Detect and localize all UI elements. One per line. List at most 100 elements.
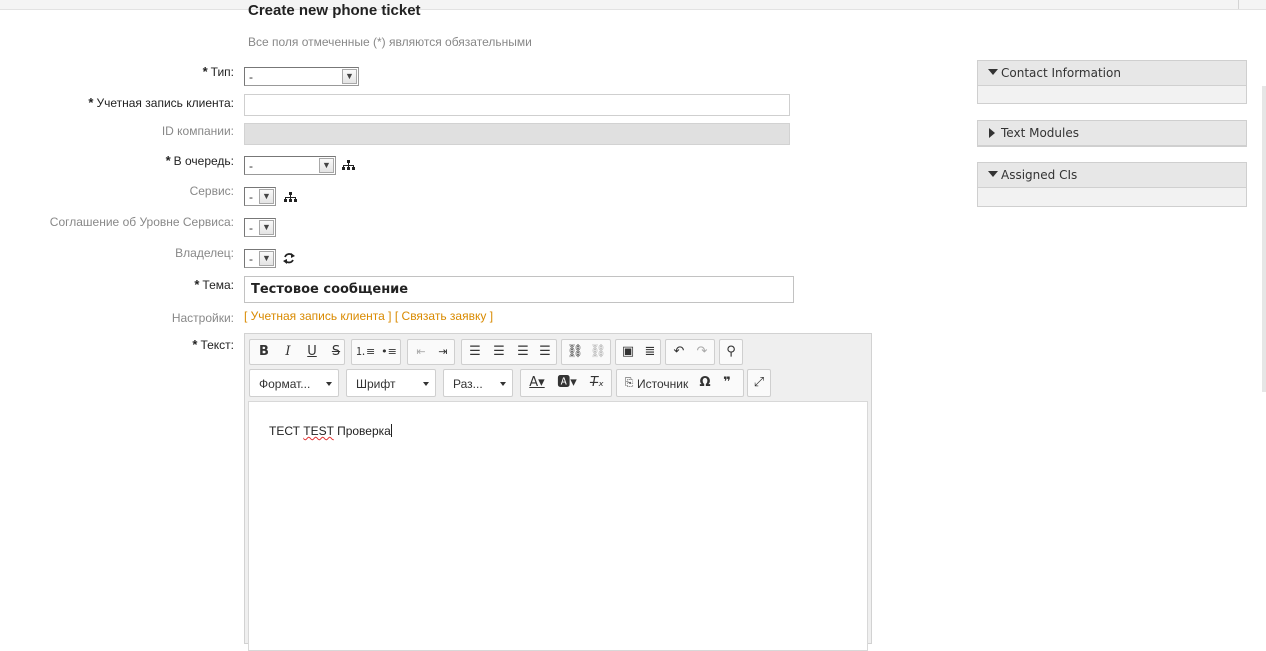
horizontal-rule-icon[interactable]: ≣ [640, 343, 660, 361]
bulleted-list-icon[interactable]: •≡ [379, 343, 399, 361]
toolbar-group-maximize: ⤢ [747, 369, 771, 397]
required-hint: Все поля отмеченные (*) являются обязате… [248, 35, 532, 49]
sla-select[interactable]: - ▼ [244, 218, 276, 237]
queue-select[interactable]: - ▼ [244, 156, 336, 175]
sla-select-value: - [249, 221, 253, 235]
scrollbar[interactable] [1262, 86, 1266, 392]
size-combo[interactable]: Раз... [443, 369, 513, 397]
sitemap-icon[interactable] [284, 192, 297, 206]
underline-icon[interactable]: U [302, 343, 322, 361]
remove-format-icon[interactable]: T̶ₓ [587, 374, 607, 392]
widget-contact-information: Contact Information [977, 60, 1247, 104]
undo-icon[interactable]: ↶ [669, 343, 689, 361]
content-word: ТЕСТ [269, 424, 300, 438]
maximize-icon[interactable]: ⤢ [749, 374, 769, 392]
content-word: Проверка [337, 424, 391, 438]
strikethrough-icon[interactable]: S [326, 343, 346, 361]
toolbar-group-indent: ⇤ ⇥ [407, 339, 455, 365]
type-label: * Тип: [203, 64, 234, 79]
rich-text-editor: B I U S ⒈≡ •≡ ⇤ ⇥ ☰ ☰ ☰ ☰ ⛓ ⛓ ▣ ≣ ↶ ↷ ⚲ … [244, 333, 872, 651]
options-label: Настройки: [171, 311, 234, 325]
chevron-down-icon: ▼ [342, 69, 357, 84]
editor-content-text: ТЕСТ TEST Проверка [269, 424, 392, 438]
page-title: Create new phone ticket [248, 2, 421, 19]
chevron-down-icon [326, 382, 332, 386]
queue-label: * В очередь: [166, 153, 234, 168]
outdent-icon[interactable]: ⇤ [411, 343, 431, 361]
blockquote-icon[interactable]: ❞ [717, 374, 737, 392]
widget-title: Text Modules [1001, 126, 1079, 140]
background-color-icon[interactable]: 🅰▾ [557, 374, 577, 392]
customer-user-label-text: Учетная запись клиента: [96, 96, 234, 110]
widget-header[interactable]: Assigned CIs [978, 163, 1246, 188]
options-links: [ Учетная запись клиента ] [ Связать зая… [244, 309, 493, 323]
customer-user-input[interactable] [244, 94, 790, 116]
toolbar-group-find: ⚲ [719, 339, 743, 365]
sitemap-icon[interactable] [342, 160, 355, 174]
chevron-down-icon: ▼ [319, 158, 334, 173]
top-bar-divider [1238, 0, 1239, 9]
required-star: * [202, 64, 208, 79]
widget-title: Assigned CIs [1001, 168, 1078, 182]
link-icon[interactable]: ⛓ [565, 343, 585, 361]
align-center-icon[interactable]: ☰ [489, 343, 509, 361]
owner-select-value: - [249, 252, 253, 266]
service-select[interactable]: - ▼ [244, 187, 276, 206]
link-ticket-link[interactable]: [ Связать заявку ] [395, 309, 493, 323]
collapse-toggle-icon [989, 128, 995, 138]
refresh-icon[interactable] [283, 252, 295, 268]
owner-select[interactable]: - ▼ [244, 249, 276, 268]
numbered-list-icon[interactable]: ⒈≡ [355, 343, 375, 361]
widget-header[interactable]: Text Modules [978, 121, 1246, 146]
toolbar-group-lists: ⒈≡ •≡ [351, 339, 401, 365]
company-id-input [244, 123, 790, 145]
subject-input[interactable]: Тестовое сообщение [244, 276, 794, 303]
widget-header[interactable]: Contact Information [978, 61, 1246, 86]
company-id-label: ID компании: [161, 124, 234, 138]
chevron-down-icon: ▼ [259, 251, 274, 266]
chevron-down-icon: ▼ [259, 189, 274, 204]
widget-title: Contact Information [1001, 66, 1121, 80]
service-label: Сервис: [189, 184, 234, 198]
subject-label: * Тема: [194, 277, 234, 292]
chevron-down-icon [423, 382, 429, 386]
toolbar-group-colors: A▾ 🅰▾ T̶ₓ [520, 369, 612, 397]
toolbar-group-basic: B I U S [249, 339, 345, 365]
required-star: * [194, 277, 200, 292]
justify-icon[interactable]: ☰ [535, 343, 555, 361]
toolbar-group-history: ↶ ↷ [665, 339, 715, 365]
text-cursor [390, 424, 392, 437]
chevron-down-icon: ▼ [259, 220, 274, 235]
expand-toggle-icon [988, 69, 998, 75]
redo-icon[interactable]: ↷ [692, 343, 712, 361]
editor-content-area[interactable]: ТЕСТ TEST Проверка [248, 401, 868, 651]
bold-icon[interactable]: B [254, 343, 274, 361]
source-icon[interactable]: ⎘ [619, 374, 639, 392]
format-combo[interactable]: Формат... [249, 369, 339, 397]
source-button[interactable]: Источник [637, 377, 688, 391]
text-color-icon[interactable]: A▾ [527, 374, 547, 392]
special-char-icon[interactable]: Ω [695, 374, 715, 392]
text-label: * Текст: [192, 337, 234, 352]
service-select-value: - [249, 190, 253, 204]
top-bar [0, 0, 1266, 10]
type-select-value: - [249, 70, 253, 84]
format-combo-label: Формат... [259, 377, 311, 391]
unlink-icon[interactable]: ⛓ [588, 343, 608, 361]
align-left-icon[interactable]: ☰ [465, 343, 485, 361]
toolbar-group-insert: ▣ ≣ [615, 339, 661, 365]
customer-user-link[interactable]: [ Учетная запись клиента ] [244, 309, 392, 323]
customer-user-label: * Учетная запись клиента: [88, 95, 234, 110]
required-star: * [88, 95, 94, 110]
image-icon[interactable]: ▣ [618, 343, 638, 361]
italic-icon[interactable]: I [278, 343, 298, 361]
required-star: * [192, 337, 198, 352]
queue-select-value: - [249, 159, 253, 173]
type-select[interactable]: - ▼ [244, 67, 359, 86]
content-word-misspelled: TEST [303, 424, 334, 438]
search-icon[interactable]: ⚲ [721, 343, 741, 361]
align-right-icon[interactable]: ☰ [513, 343, 533, 361]
indent-icon[interactable]: ⇥ [433, 343, 453, 361]
widget-text-modules: Text Modules [977, 120, 1247, 147]
font-combo[interactable]: Шрифт [346, 369, 436, 397]
